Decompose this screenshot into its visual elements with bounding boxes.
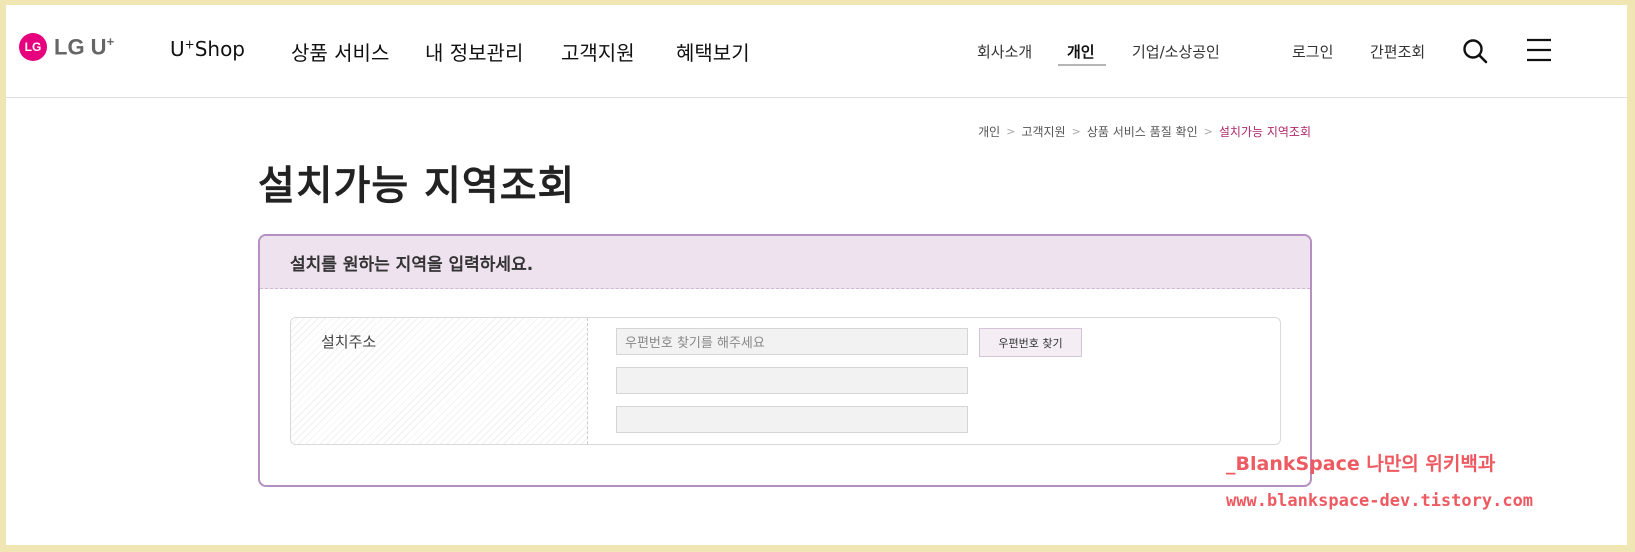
breadcrumb-item[interactable]: 고객지원 [1021,123,1065,140]
address-label: 설치주소 [321,333,377,351]
find-zipcode-button[interactable]: 우편번호 찾기 [979,328,1082,357]
chevron-right-icon: > [1006,125,1016,138]
nav-ushop-u: U [170,37,185,61]
watermark-url: www.blankspace-dev.tistory.com [1226,491,1534,511]
util-login[interactable]: 로그인 [1292,41,1333,62]
nav-support[interactable]: 고객지원 [561,37,635,66]
nav-benefits[interactable]: 혜택보기 [676,37,750,66]
panel-heading: 설치를 원하는 지역을 입력하세요. [260,236,1310,289]
nav-products[interactable]: 상품 서비스 [291,37,389,66]
nav-ushop-shop: Shop [194,37,246,61]
util-company[interactable]: 회사소개 [977,41,1032,62]
util-personal[interactable]: 개인 [1067,41,1095,62]
address-line1-input[interactable] [616,367,968,394]
site-header: LG LG U+ U+Shop 상품 서비스 내 정보관리 고객지원 혜택보기 … [6,5,1627,98]
lg-logo-mark: LG [19,33,47,61]
search-icon[interactable] [1462,38,1488,68]
install-area-panel: 설치를 원하는 지역을 입력하세요. 설치주소 우편번호 찾기를 해주세요 우편… [258,234,1312,487]
address-form: 설치주소 우편번호 찾기를 해주세요 우편번호 찾기 [290,317,1281,445]
lgu-logo[interactable]: LG LG U+ [19,33,114,61]
nav-ushop[interactable]: U+Shop [170,37,245,61]
nav-ushop-plus: + [184,37,195,52]
breadcrumb-item[interactable]: 개인 [978,123,1000,140]
chevron-right-icon: > [1071,125,1081,138]
util-quick-lookup[interactable]: 간편조회 [1370,41,1425,62]
breadcrumb-item[interactable]: 상품 서비스 품질 확인 [1087,123,1198,140]
chevron-right-icon: > [1203,125,1213,138]
zipcode-input[interactable]: 우편번호 찾기를 해주세요 [616,328,968,355]
breadcrumb: 개인 > 고객지원 > 상품 서비스 품질 확인 > 설치가능 지역조회 [978,123,1311,140]
logo-text-sup: + [106,33,115,49]
address-label-cell: 설치주소 [291,318,588,444]
page-title: 설치가능 지역조회 [258,163,576,209]
breadcrumb-current: 설치가능 지역조회 [1218,125,1311,139]
logo-text-main: LG U [54,34,107,60]
menu-icon[interactable] [1526,37,1552,67]
util-business[interactable]: 기업/소상공인 [1132,41,1220,62]
watermark-title: _BlankSpace 나만의 위키백과 [1226,453,1496,475]
active-tab-underline [1058,64,1106,66]
nav-my-info[interactable]: 내 정보관리 [425,37,523,66]
address-line2-input[interactable] [616,406,968,433]
logo-text: LG U+ [54,34,114,60]
